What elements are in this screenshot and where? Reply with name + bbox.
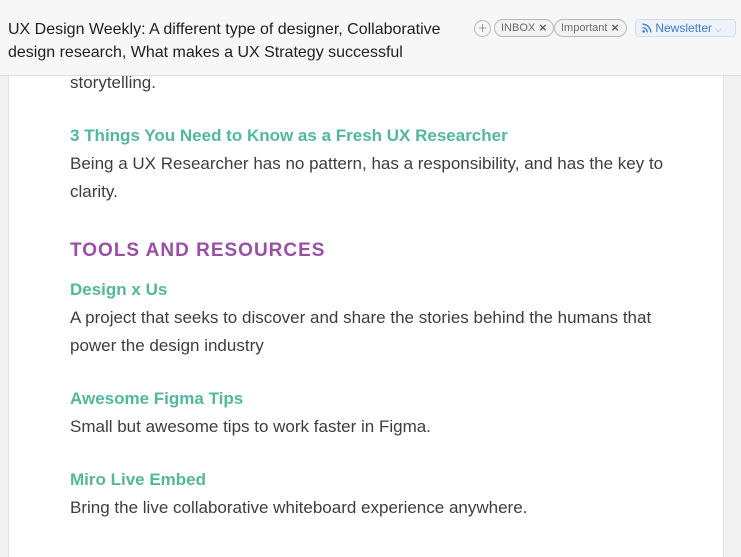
resource-description: Bring the live collaborative whiteboard … [70,498,528,517]
close-icon[interactable]: × [538,21,547,34]
article-description-line-1: Being a UX Researcher has no pattern, ha… [70,154,664,173]
plus-icon: + [477,21,488,35]
category-label: Newsletter [655,21,713,35]
tag-label: INBOX [501,22,536,34]
resource-description-line-2: power the design industry [70,336,264,355]
resource-link-design-x-us[interactable]: Design x Us [70,279,167,301]
tag-important[interactable]: Important × [554,19,627,37]
article-link[interactable]: 3 Things You Need to Know as a Fresh UX … [70,125,508,147]
rss-icon [642,23,652,33]
email-subject: UX Design Weekly: A different type of de… [8,21,441,61]
resource-link-figma-tips[interactable]: Awesome Figma Tips [70,388,243,410]
add-tag-button[interactable]: + [474,20,491,37]
resource-description: Small but awesome tips to work faster in… [70,417,431,436]
message-header: UX Design Weekly: A different type of de… [0,0,741,76]
resource-link-miro[interactable]: Miro Live Embed [70,469,206,491]
tag-inbox[interactable]: INBOX × [494,19,555,37]
category-newsletter-button[interactable]: Newsletter ⌵ [635,19,736,37]
resource-description-line-1: A project that seeks to discover and sha… [70,308,652,327]
email-body: storytelling. 3 Things You Need to Know … [8,0,724,557]
article-description-line-2: clarity. [70,182,118,201]
chevron-down-icon: ⌵ [715,25,722,35]
tag-label: Important [561,22,608,34]
section-heading: TOOLS AND RESOURCES [70,240,326,261]
close-icon[interactable]: × [610,21,619,34]
